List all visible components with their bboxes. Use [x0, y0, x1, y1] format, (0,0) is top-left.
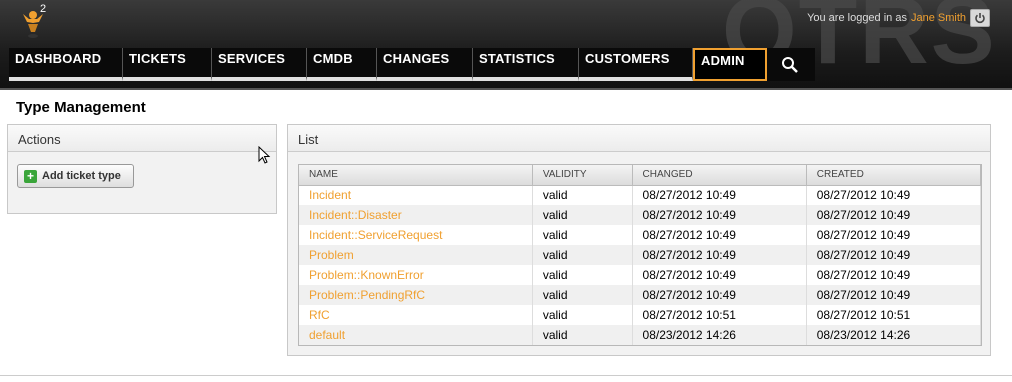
type-changed: 08/27/2012 10:51: [632, 305, 807, 325]
type-validity: valid: [532, 285, 633, 305]
type-created: 08/27/2012 10:49: [806, 225, 982, 245]
column-header-changed[interactable]: CHANGED: [632, 165, 807, 186]
nav-services[interactable]: SERVICES: [212, 48, 307, 81]
type-name-link[interactable]: Incident::ServiceRequest: [299, 225, 533, 245]
type-changed: 08/27/2012 10:49: [632, 225, 807, 245]
add-ticket-type-label: Add ticket type: [42, 170, 121, 182]
table-row: Problem::PendingRfC valid 08/27/2012 10:…: [299, 285, 982, 305]
table-header-row: NAME VALIDITY CHANGED CREATED: [299, 165, 982, 186]
type-created: 08/23/2012 14:26: [806, 325, 982, 345]
nav-tickets[interactable]: TICKETS: [123, 48, 212, 81]
search-icon: [782, 56, 798, 73]
type-name-link[interactable]: default: [299, 325, 533, 345]
app-header: OTRS 2 You are logged in as Jane Smith D…: [0, 0, 1012, 90]
nav-dashboard[interactable]: DASHBOARD: [9, 48, 123, 81]
type-changed: 08/27/2012 10:49: [632, 285, 807, 305]
type-table: NAME VALIDITY CHANGED CREATED Incident v…: [298, 164, 982, 346]
footer-divider: [0, 375, 1012, 376]
user-name-link[interactable]: Jane Smith: [911, 12, 966, 24]
type-validity: valid: [532, 265, 633, 285]
type-name-link[interactable]: Problem: [299, 245, 533, 265]
type-validity: valid: [532, 185, 633, 205]
logout-button[interactable]: [970, 9, 990, 27]
type-changed: 08/27/2012 10:49: [632, 185, 807, 205]
nav-cmdb[interactable]: CMDB: [307, 48, 377, 81]
nav-admin[interactable]: ADMIN: [693, 48, 767, 81]
page-title: Type Management: [16, 99, 146, 116]
add-ticket-type-button[interactable]: + Add ticket type: [17, 164, 134, 188]
type-changed: 08/23/2012 14:26: [632, 325, 807, 345]
mouse-cursor-icon: [258, 146, 271, 164]
type-created: 08/27/2012 10:51: [806, 305, 982, 325]
nav-changes[interactable]: CHANGES: [377, 48, 473, 81]
table-row: Problem::KnownError valid 08/27/2012 10:…: [299, 265, 982, 285]
type-name-link[interactable]: Problem::KnownError: [299, 265, 533, 285]
login-prefix: You are logged in as: [807, 12, 907, 24]
table-row: Incident valid 08/27/2012 10:49 08/27/20…: [299, 185, 982, 205]
nav-customers[interactable]: CUSTOMERS: [579, 48, 693, 81]
table-row: Problem valid 08/27/2012 10:49 08/27/201…: [299, 245, 982, 265]
type-created: 08/27/2012 10:49: [806, 205, 982, 225]
table-row: Incident::Disaster valid 08/27/2012 10:4…: [299, 205, 982, 225]
column-header-name[interactable]: NAME: [299, 165, 533, 186]
list-panel: List NAME VALIDITY CHANGED CREATED Incid…: [287, 124, 991, 356]
type-created: 08/27/2012 10:49: [806, 265, 982, 285]
type-created: 08/27/2012 10:49: [806, 285, 982, 305]
column-header-created[interactable]: CREATED: [806, 165, 982, 186]
actions-panel-title: Actions: [8, 125, 276, 152]
type-name-link[interactable]: RfC: [299, 305, 533, 325]
type-validity: valid: [532, 205, 633, 225]
type-validity: valid: [532, 325, 633, 345]
list-panel-title: List: [288, 125, 990, 152]
type-created: 08/27/2012 10:49: [806, 185, 982, 205]
main-nav: DASHBOARD TICKETS SERVICES CMDB CHANGES …: [9, 48, 815, 81]
table-row: default valid 08/23/2012 14:26 08/23/201…: [299, 325, 982, 345]
type-changed: 08/27/2012 10:49: [632, 245, 807, 265]
type-changed: 08/27/2012 10:49: [632, 265, 807, 285]
notification-count: 2: [40, 3, 47, 15]
login-info: You are logged in as Jane Smith: [807, 9, 990, 27]
column-header-validity[interactable]: VALIDITY: [532, 165, 633, 186]
nav-search-button[interactable]: [767, 48, 813, 81]
plus-icon: +: [24, 169, 37, 183]
table-row: Incident::ServiceRequest valid 08/27/201…: [299, 225, 982, 245]
actions-panel: Actions + Add ticket type: [7, 124, 277, 214]
power-icon: [975, 13, 985, 24]
type-name-link[interactable]: Incident::Disaster: [299, 205, 533, 225]
type-validity: valid: [532, 225, 633, 245]
type-validity: valid: [532, 305, 633, 325]
type-name-link[interactable]: Problem::PendingRfC: [299, 285, 533, 305]
nav-statistics[interactable]: STATISTICS: [473, 48, 579, 81]
type-changed: 08/27/2012 10:49: [632, 205, 807, 225]
table-row: RfC valid 08/27/2012 10:51 08/27/2012 10…: [299, 305, 982, 325]
type-created: 08/27/2012 10:49: [806, 245, 982, 265]
type-validity: valid: [532, 245, 633, 265]
type-name-link[interactable]: Incident: [299, 185, 533, 205]
